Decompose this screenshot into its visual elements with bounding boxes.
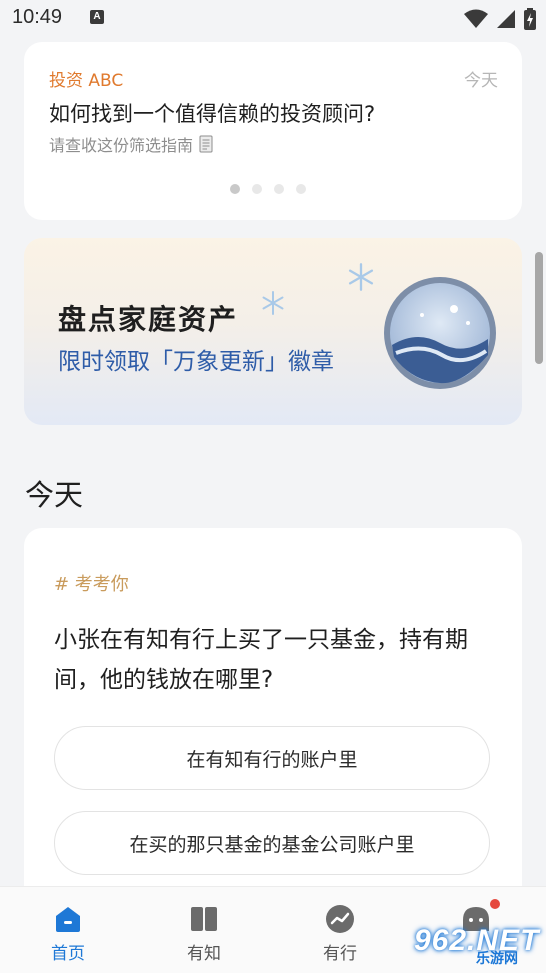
banner-subtitle: 限时领取「万象更新」徽章	[58, 349, 334, 375]
tab-action[interactable]: 有行	[272, 887, 408, 973]
status-bar: 10:49 A	[0, 0, 546, 36]
memo-icon	[199, 135, 213, 153]
article-source: 投资 ABC	[49, 71, 124, 91]
promo-banner[interactable]: 盘点家庭资产 限时领取「万象更新」徽章	[24, 238, 522, 425]
snowflake-icon	[348, 263, 374, 291]
wifi-icon	[464, 9, 488, 28]
quiz-option[interactable]: 在有知有行的账户里	[54, 726, 490, 790]
notification-dot	[490, 899, 500, 909]
quiz-card: # 考考你 小张在有知有行上买了一只基金，持有期间，他的钱放在哪里? 在有知有行…	[24, 528, 522, 948]
tab-home[interactable]: 首页	[0, 887, 136, 973]
tab-label: 首页	[51, 944, 85, 964]
quiz-option[interactable]: 在买的那只基金的基金公司账户里	[54, 811, 490, 875]
status-icons	[464, 8, 536, 30]
banner-title: 盘点家庭资产	[58, 303, 239, 336]
status-time: 10:49	[12, 6, 63, 28]
section-title: 今天	[25, 478, 84, 512]
carousel-indicator	[230, 184, 306, 194]
2026-badge-icon	[384, 277, 496, 389]
home-icon	[56, 907, 80, 932]
watermark-text: 乐游网	[476, 950, 518, 966]
carousel-dot[interactable]	[252, 184, 262, 194]
carousel-dot[interactable]	[296, 184, 306, 194]
carousel-dot[interactable]	[274, 184, 284, 194]
tab-label: 有知	[187, 944, 221, 964]
battery-icon	[524, 8, 536, 30]
article-subtitle: 请查收这份筛选指南	[49, 136, 194, 155]
article-card[interactable]: 投资 ABC 今天 如何找到一个值得信赖的投资顾问? 请查收这份筛选指南	[24, 42, 522, 220]
tab-label: 有行	[323, 944, 357, 964]
quiz-tag: # 考考你	[54, 574, 129, 595]
scrollbar[interactable]	[535, 252, 543, 364]
trend-icon	[326, 905, 354, 933]
book-icon	[191, 907, 217, 931]
article-title: 如何找到一个值得信赖的投资顾问?	[49, 102, 376, 126]
article-subtitle-row: 请查收这份筛选指南	[49, 132, 213, 156]
article-date: 今天	[464, 71, 498, 91]
snowflake-icon	[262, 291, 284, 315]
watermark: 962.NET 乐游网	[414, 924, 539, 966]
tab-knowledge[interactable]: 有知	[136, 887, 272, 973]
signal-icon	[497, 10, 515, 28]
quiz-question: 小张在有知有行上买了一只基金，持有期间，他的钱放在哪里?	[54, 627, 468, 693]
carousel-dot[interactable]	[230, 184, 240, 194]
notification-icon: A	[90, 10, 104, 24]
